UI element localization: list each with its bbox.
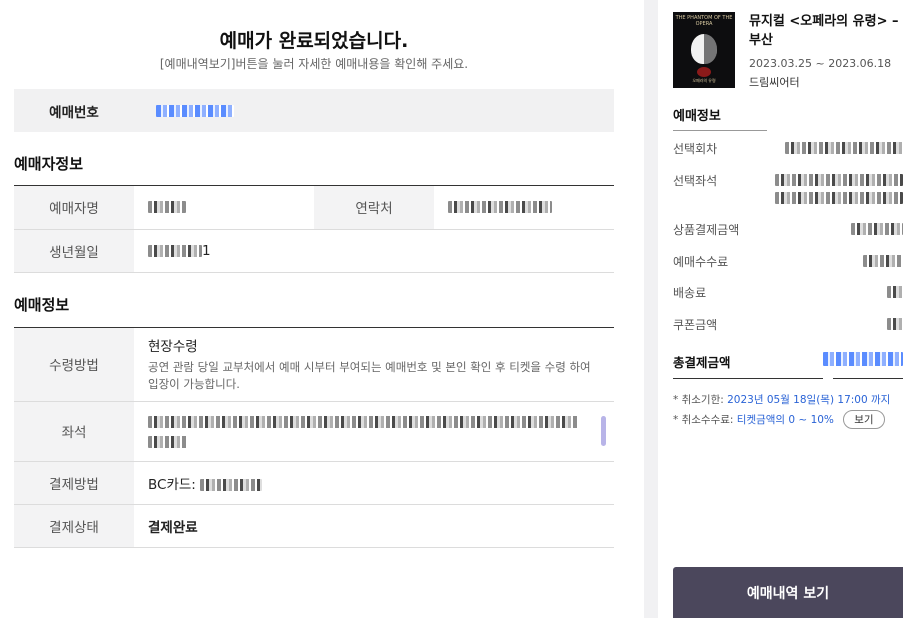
seat-values-line2 — [148, 436, 188, 448]
show-venue: 드림씨어터 — [749, 76, 800, 89]
show-date-range: 2023.03.25 ~ 2023.06.18 — [749, 57, 892, 70]
table-row: 생년월일 1 — [14, 229, 614, 273]
payment-method-label: 결제방법 — [14, 461, 134, 505]
summary-value-session — [785, 142, 903, 154]
table-row: 예매자명 연락처 — [14, 186, 614, 230]
summary-label-product-amount: 상품결제금액 — [673, 223, 740, 237]
poster-title-text: THE PHANTOM OF THE OPERA — [675, 15, 733, 27]
summary-value-booking-fee — [863, 255, 903, 267]
poster-subtitle-text: 오페라의 유령 — [692, 78, 716, 83]
booking-number-row: 예매번호 — [14, 89, 614, 132]
cancel-deadline-label: * 취소기한: — [673, 394, 724, 406]
seat-list-scrollbar[interactable] — [601, 415, 606, 446]
summary-value-seats-1 — [775, 174, 903, 186]
summary-label-coupon: 쿠폰금액 — [673, 318, 718, 332]
total-amount-value — [823, 352, 903, 366]
cancel-deadline-note: * 취소기한: 2023년 05월 18일(목) 17:00 까지 — [673, 392, 890, 407]
table-row: 결제방법 BC카드: — [14, 461, 614, 505]
page-title: 예매가 완료되었습니다. — [219, 30, 409, 52]
birth-value — [148, 244, 202, 257]
summary-section-rule — [673, 130, 767, 131]
table-row: 좌석 — [14, 401, 614, 462]
reservation-section-title: 예매정보 — [14, 296, 70, 314]
show-poster: THE PHANTOM OF THE OPERA 오페라의 유령 — [673, 12, 735, 88]
panel-divider — [644, 0, 658, 618]
birth-label: 생년월일 — [14, 229, 134, 273]
cancel-fee-note: * 취소수수료: 티켓금액의 0 ~ 10% 보기 — [673, 410, 885, 429]
booking-number-value — [156, 104, 234, 117]
show-title: 뮤지컬 <오페라의 유령> – 부산 — [749, 14, 899, 48]
summary-label-shipping: 배송료 — [673, 286, 707, 300]
summary-value-product-amount — [851, 223, 903, 235]
summary-label-seats: 선택좌석 — [673, 174, 718, 188]
pickup-method-value: 현장수령 — [148, 339, 198, 356]
table-row: 수령방법 현장수령 공연 관람 당일 교부처에서 예매 시부터 부여되는 예매번… — [14, 328, 614, 402]
phantom-mask-icon — [691, 34, 717, 64]
cancel-deadline-value: 2023년 05월 18일(목) 17:00 까지 — [727, 394, 891, 406]
payment-method-prefix: BC카드: — [148, 476, 196, 493]
summary-label-booking-fee: 예매수수료 — [673, 255, 729, 269]
summary-section-title: 예매정보 — [673, 109, 721, 124]
birth-suffix: 1 — [202, 242, 211, 259]
summary-sidebar: THE PHANTOM OF THE OPERA 오페라의 유령 뮤지컬 <오페… — [658, 0, 903, 618]
summary-value-seats-2 — [775, 192, 903, 204]
view-booking-history-button[interactable]: 예매내역 보기 — [673, 567, 903, 618]
booker-name-value — [148, 201, 186, 214]
booking-complete-panel: 예매가 완료되었습니다. [예매내역보기]버튼을 눌러 자세한 예매내용을 확인… — [0, 0, 640, 618]
booker-table: 예매자명 연락처 생년월일 1 — [14, 186, 614, 273]
contact-label: 연락처 — [314, 186, 434, 230]
payment-method-value — [200, 478, 263, 491]
pickup-method-desc: 공연 관람 당일 교부처에서 예매 시부터 부여되는 예매번호 및 본인 확인 … — [148, 360, 591, 392]
table-row: 결제상태 결제완료 — [14, 504, 614, 548]
cancel-fee-view-button[interactable]: 보기 — [843, 410, 885, 429]
total-rule-right — [833, 378, 903, 379]
total-amount-label: 총결제금액 — [673, 355, 731, 370]
seat-values-line1 — [148, 416, 578, 428]
summary-label-session: 선택회차 — [673, 142, 718, 156]
seat-list[interactable] — [134, 401, 614, 462]
seat-label: 좌석 — [14, 401, 134, 462]
page-subtitle: [예매내역보기]버튼을 눌러 자세한 예매내용을 확인해 주세요. — [159, 57, 469, 71]
payment-status-value: 결제완료 — [134, 504, 614, 548]
rose-icon — [697, 67, 711, 77]
payment-status-label: 결제상태 — [14, 504, 134, 548]
booker-name-label: 예매자명 — [14, 186, 134, 230]
cancel-fee-value: 티켓금액의 0 ~ 10% — [736, 414, 834, 426]
summary-value-coupon — [887, 318, 903, 330]
booking-number-label: 예매번호 — [49, 104, 99, 121]
total-rule-left — [673, 378, 823, 379]
reservation-table: 수령방법 현장수령 공연 관람 당일 교부처에서 예매 시부터 부여되는 예매번… — [14, 328, 614, 548]
summary-value-shipping — [887, 286, 903, 298]
contact-value — [448, 201, 552, 214]
booker-section-title: 예매자정보 — [14, 155, 84, 173]
pickup-method-label: 수령방법 — [14, 328, 134, 402]
cancel-fee-label: * 취소수수료: — [673, 414, 734, 426]
